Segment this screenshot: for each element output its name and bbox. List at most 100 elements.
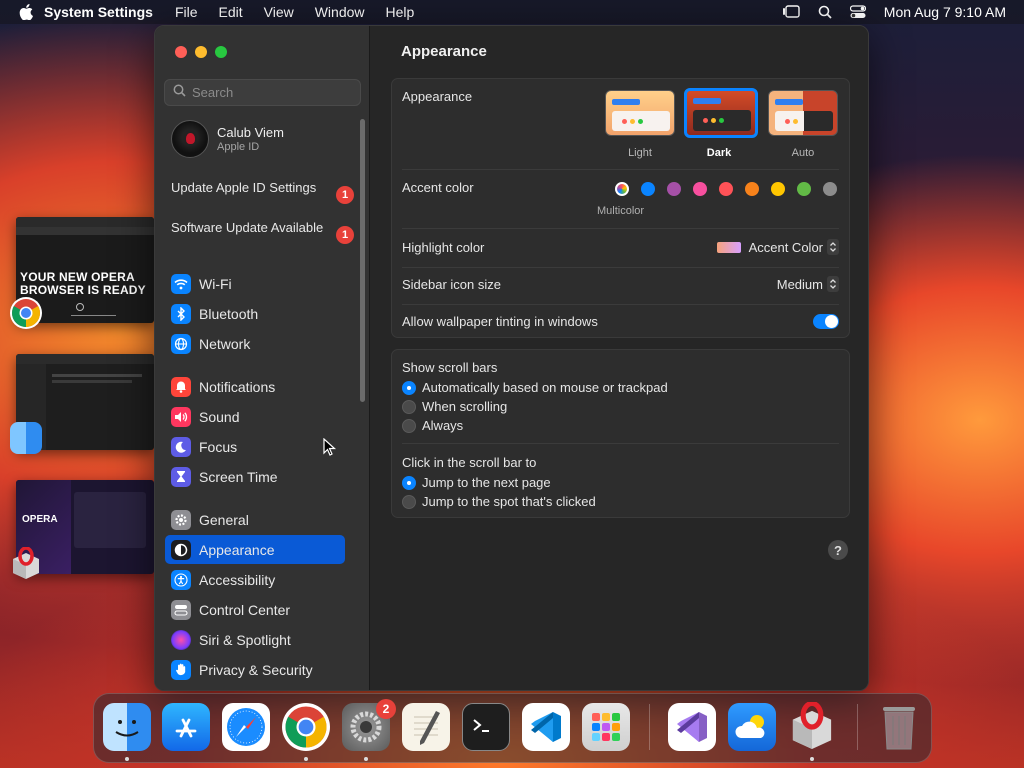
sidebar-item-screen-time[interactable]: Screen Time xyxy=(165,462,345,491)
sidebar-icon-size-select[interactable]: Medium xyxy=(777,276,839,292)
radio-label: Automatically based on mouse or trackpad xyxy=(422,380,668,395)
sidebar-item-network[interactable]: Network xyxy=(165,329,345,358)
thumbnail-row xyxy=(52,380,132,383)
search-field[interactable] xyxy=(164,79,361,106)
sidebar-item-label: Siri & Spotlight xyxy=(199,631,291,648)
menu-file[interactable]: File xyxy=(175,4,198,20)
trash-icon[interactable] xyxy=(875,703,923,751)
appearance-icon xyxy=(171,539,191,560)
visual-studio-icon[interactable] xyxy=(668,703,716,751)
notice-badge: 1 xyxy=(336,186,354,204)
radio-button[interactable] xyxy=(402,494,416,509)
safari-icon[interactable] xyxy=(222,703,270,751)
highlight-color-select[interactable]: Accent Color xyxy=(716,239,839,255)
sidebar-item-focus[interactable]: Focus xyxy=(165,432,345,461)
accent-yellow-swatch[interactable] xyxy=(771,182,785,196)
accent-green-swatch[interactable] xyxy=(797,182,811,196)
notice-software-update[interactable]: Software Update Available 1 xyxy=(171,220,354,244)
chevron-updown-icon xyxy=(827,276,839,292)
speaker-icon xyxy=(171,406,191,427)
sidebar-item-siri-spotlight[interactable]: Siri & Spotlight xyxy=(165,625,345,654)
radio-button[interactable] xyxy=(402,418,416,433)
accent-blue-swatch[interactable] xyxy=(641,182,655,196)
scroll-bars-always-option[interactable]: Always xyxy=(402,418,463,433)
theme-dark-option[interactable]: Dark xyxy=(684,88,758,159)
vscode-icon[interactable] xyxy=(522,703,570,751)
sidebar-item-label: Privacy & Security xyxy=(199,661,313,678)
opera-promo-dot-icon xyxy=(76,303,84,311)
wallpaper-tinting-toggle[interactable] xyxy=(813,314,839,329)
accent-color-label: Accent color xyxy=(402,180,474,195)
sidebar-item-sound[interactable]: Sound xyxy=(165,402,345,431)
appearance-settings-panel: Appearance Light Dark Auto Accent color … xyxy=(391,78,850,338)
sidebar-item-privacy-security[interactable]: Privacy & Security xyxy=(165,655,345,684)
help-button[interactable]: ? xyxy=(828,540,848,560)
sidebar-item-general[interactable]: General xyxy=(165,505,345,534)
sidebar-item-label: Network xyxy=(199,335,251,352)
search-input[interactable] xyxy=(192,85,352,100)
radio-button[interactable] xyxy=(402,475,416,490)
menu-window[interactable]: Window xyxy=(315,4,365,20)
sidebar-item-notifications[interactable]: Notifications xyxy=(165,372,345,401)
menu-help[interactable]: Help xyxy=(386,4,415,20)
radio-button[interactable] xyxy=(402,380,416,395)
chrome-app-icon[interactable] xyxy=(10,297,42,329)
sidebar-item-accessibility[interactable]: Accessibility xyxy=(165,565,345,594)
finder-app-icon[interactable] xyxy=(10,422,42,454)
click-scroll-next-page-option[interactable]: Jump to the next page xyxy=(402,475,551,490)
textedit-icon[interactable] xyxy=(402,703,450,751)
zoom-button[interactable] xyxy=(215,46,227,58)
accent-purple-swatch[interactable] xyxy=(667,182,681,196)
apple-id-account[interactable]: Calub Viem Apple ID xyxy=(171,120,284,158)
opera-installer-app-icon[interactable] xyxy=(10,546,42,579)
sidebar-item-bluetooth[interactable]: Bluetooth xyxy=(165,299,345,328)
sidebar-item-label: Notifications xyxy=(199,378,276,395)
accent-graphite-swatch[interactable] xyxy=(823,182,837,196)
scroll-bars-when-scrolling-option[interactable]: When scrolling xyxy=(402,399,507,414)
system-settings-icon[interactable]: 2 xyxy=(342,699,396,751)
spotlight-search-icon[interactable] xyxy=(818,5,832,19)
menu-app-name[interactable]: System Settings xyxy=(44,4,153,20)
radio-label: When scrolling xyxy=(422,399,508,414)
minimize-button[interactable] xyxy=(195,46,207,58)
accent-multicolor-swatch[interactable] xyxy=(615,182,629,196)
theme-light-option[interactable]: Light xyxy=(605,90,675,159)
opera-installer-icon[interactable] xyxy=(788,702,836,751)
sidebar-item-control-center[interactable]: Control Center xyxy=(165,595,345,624)
opera-promo-text: YOUR NEW OPERA BROWSER IS READY xyxy=(20,270,146,297)
sidebar-item-wifi[interactable]: Wi-Fi xyxy=(165,269,345,298)
app-store-icon[interactable] xyxy=(162,703,210,751)
scroll-bars-automatic-option[interactable]: Automatically based on mouse or trackpad xyxy=(402,380,668,395)
notice-label: Software Update Available xyxy=(171,220,324,235)
close-button[interactable] xyxy=(175,46,187,58)
finder-icon[interactable] xyxy=(103,703,151,751)
launchpad-icon[interactable] xyxy=(582,703,630,751)
radio-button[interactable] xyxy=(402,399,416,414)
notice-label: Update Apple ID Settings xyxy=(171,180,317,195)
accent-orange-swatch[interactable] xyxy=(745,182,759,196)
notice-update-apple-id[interactable]: Update Apple ID Settings 1 xyxy=(171,180,354,204)
control-center-menu-icon[interactable] xyxy=(849,5,866,19)
accent-red-swatch[interactable] xyxy=(719,182,733,196)
moon-icon xyxy=(171,436,191,457)
terminal-icon[interactable] xyxy=(462,703,510,751)
stage-manager-icon[interactable] xyxy=(782,5,800,19)
accent-pink-swatch[interactable] xyxy=(693,182,707,196)
sidebar-item-appearance[interactable]: Appearance xyxy=(165,535,345,564)
sidebar-icon-size-value: Medium xyxy=(776,276,823,292)
menu-clock[interactable]: Mon Aug 7 9:10 AM xyxy=(884,4,1006,20)
sidebar-item-label: Sound xyxy=(199,408,240,425)
system-settings-window: Calub Viem Apple ID Update Apple ID Sett… xyxy=(154,25,869,691)
sidebar-item-label: Appearance xyxy=(199,541,275,558)
click-scroll-spot-option[interactable]: Jump to the spot that's clicked xyxy=(402,494,596,509)
apple-menu-icon[interactable] xyxy=(18,4,34,20)
sidebar-scrollbar[interactable] xyxy=(360,119,365,402)
running-indicator xyxy=(125,757,129,761)
weather-icon[interactable] xyxy=(728,703,776,751)
highlight-color-value: Accent Color xyxy=(748,239,823,255)
theme-auto-option[interactable]: Auto xyxy=(768,90,838,159)
menu-view[interactable]: View xyxy=(264,4,294,20)
menu-edit[interactable]: Edit xyxy=(219,4,243,20)
page-title: Appearance xyxy=(401,43,487,60)
chrome-icon[interactable] xyxy=(282,703,330,751)
